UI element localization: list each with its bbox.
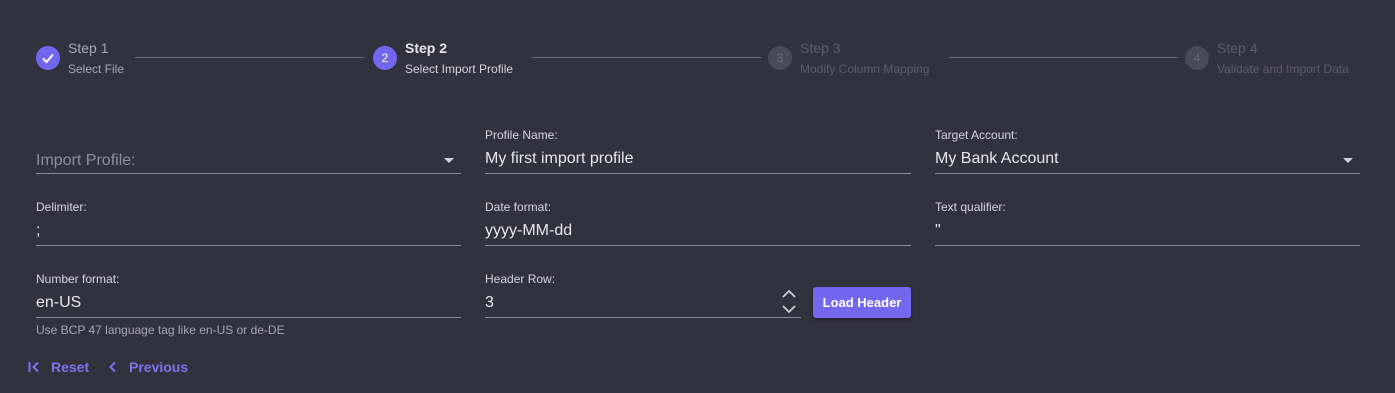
text-qualifier-label: Text qualifier: <box>935 200 1006 214</box>
step-1[interactable]: Step 1 Select File <box>36 38 124 80</box>
number-format-label: Number format: <box>36 272 120 286</box>
header-row-decrement[interactable] <box>781 303 797 315</box>
first-page-icon <box>28 361 39 373</box>
step-2[interactable]: 2 Step 2 Select Import Profile <box>373 38 513 80</box>
step-connector <box>135 57 364 58</box>
step-1-subtitle: Select File <box>68 62 125 76</box>
target-account-label: Target Account: <box>935 128 1018 142</box>
header-row-value[interactable]: 3 <box>485 294 494 312</box>
reset-button[interactable]: Reset <box>27 357 89 377</box>
header-row-label: Header Row: <box>485 272 556 286</box>
step-1-title: Step 1 <box>68 40 109 56</box>
chevron-down-icon[interactable] <box>444 158 454 163</box>
chevron-down-icon[interactable] <box>1343 158 1353 163</box>
step-4-subtitle: Validate and Import Data <box>1217 62 1349 76</box>
step-2-circle: 2 <box>373 46 397 70</box>
date-format-label: Date format: <box>485 200 552 214</box>
target-account-value[interactable]: My Bank Account <box>935 150 1059 168</box>
check-icon <box>42 53 54 64</box>
step-3-circle: 3 <box>768 46 792 70</box>
header-row-increment[interactable] <box>781 288 797 300</box>
step-4-circle: 4 <box>1185 46 1209 70</box>
step-4-title: Step 4 <box>1217 40 1258 56</box>
number-format-value[interactable]: en-US <box>36 294 81 312</box>
date-format-value[interactable]: yyyy-MM-dd <box>485 222 572 240</box>
previous-label: Previous <box>129 359 189 375</box>
step-3: 3 Step 3 Modify Column Mapping <box>768 38 929 80</box>
load-header-button[interactable]: Load Header <box>813 287 911 318</box>
step-2-title: Step 2 <box>405 40 448 56</box>
step-1-circle <box>36 46 60 70</box>
profile-name-field[interactable]: Profile Name: My first import profile <box>485 128 911 174</box>
delimiter-value[interactable]: ; <box>36 222 40 240</box>
profile-name-label: Profile Name: <box>485 128 558 142</box>
number-format-field[interactable]: Number format: en-US <box>36 272 461 318</box>
delimiter-label: Delimiter: <box>36 200 87 214</box>
header-row-field[interactable]: Header Row: 3 <box>485 272 801 318</box>
number-format-hint: Use BCP 47 language tag like en-US or de… <box>36 323 285 337</box>
step-3-subtitle: Modify Column Mapping <box>800 62 930 76</box>
import-profile-select[interactable]: Import Profile: <box>36 128 461 174</box>
profile-name-value[interactable]: My first import profile <box>485 150 633 168</box>
target-account-select[interactable]: Target Account: My Bank Account <box>935 128 1360 174</box>
step-4: 4 Step 4 Validate and Import Data <box>1185 38 1349 80</box>
chevron-left-icon <box>109 361 116 373</box>
import-profile-placeholder: Import Profile: <box>36 152 136 169</box>
step-2-subtitle: Select Import Profile <box>405 62 514 76</box>
previous-button[interactable]: Previous <box>107 357 188 377</box>
step-connector <box>532 57 761 58</box>
date-format-field[interactable]: Date format: yyyy-MM-dd <box>485 200 911 246</box>
text-qualifier-field[interactable]: Text qualifier: " <box>935 200 1360 246</box>
stepper: Step 1 Select File 2 Step 2 Select Impor… <box>0 0 1395 100</box>
delimiter-field[interactable]: Delimiter: ; <box>36 200 461 246</box>
step-3-title: Step 3 <box>800 40 841 56</box>
step-connector <box>949 57 1178 58</box>
text-qualifier-value[interactable]: " <box>935 222 941 240</box>
reset-label: Reset <box>51 359 90 375</box>
chevron-down-icon[interactable] <box>781 303 797 315</box>
chevron-up-icon[interactable] <box>781 288 797 300</box>
